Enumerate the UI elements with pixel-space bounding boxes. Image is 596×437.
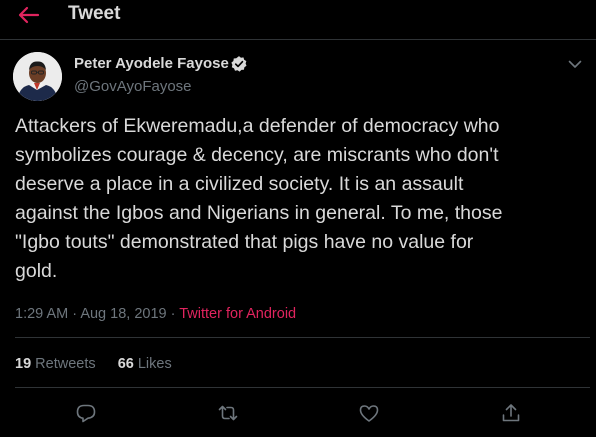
retweet-icon: [218, 405, 238, 421]
divider: [15, 387, 590, 388]
share-icon: [502, 404, 520, 422]
retweets-stat[interactable]: 19 Retweets: [15, 356, 96, 372]
back-button[interactable]: [14, 2, 44, 28]
page-title: Tweet: [68, 3, 121, 24]
like-button[interactable]: [358, 402, 380, 424]
avatar[interactable]: [13, 52, 62, 101]
tweet-stats: 19 Retweets 66 Likes: [15, 355, 172, 373]
author-name[interactable]: Peter Ayodele Fayose: [74, 55, 229, 73]
likes-stat[interactable]: 66 Likes: [118, 356, 172, 372]
more-options-button[interactable]: [566, 55, 584, 73]
divider: [15, 337, 590, 338]
meta-separator: ·: [72, 306, 78, 322]
tweet-source-link[interactable]: Twitter for Android: [179, 306, 296, 322]
reply-button[interactable]: [75, 402, 97, 424]
tweet-text: Attackers of Ekweremadu,a defender of de…: [15, 115, 503, 282]
page-header: Tweet: [0, 0, 596, 40]
tweet-date[interactable]: Aug 18, 2019: [80, 306, 166, 322]
retweets-label: Retweets: [35, 356, 96, 372]
arrow-left-icon: [18, 6, 40, 24]
likes-count: 66: [117, 356, 134, 372]
share-button[interactable]: [500, 402, 522, 424]
like-icon: [359, 405, 379, 422]
verified-badge-icon: [230, 55, 248, 73]
retweet-button[interactable]: [217, 402, 239, 424]
meta-separator: ·: [170, 306, 176, 322]
chevron-down-icon: [568, 60, 582, 68]
reply-icon: [76, 404, 96, 423]
retweets-count: 19: [15, 356, 32, 372]
likes-label: Likes: [137, 356, 172, 372]
tweet-time[interactable]: 1:29 AM: [15, 306, 68, 322]
avatar-image: [13, 52, 62, 101]
tweet-meta: 1:29 AM · Aug 18, 2019 · Twitter for And…: [15, 305, 296, 323]
author-handle[interactable]: @GovAyoFayose: [74, 78, 192, 96]
